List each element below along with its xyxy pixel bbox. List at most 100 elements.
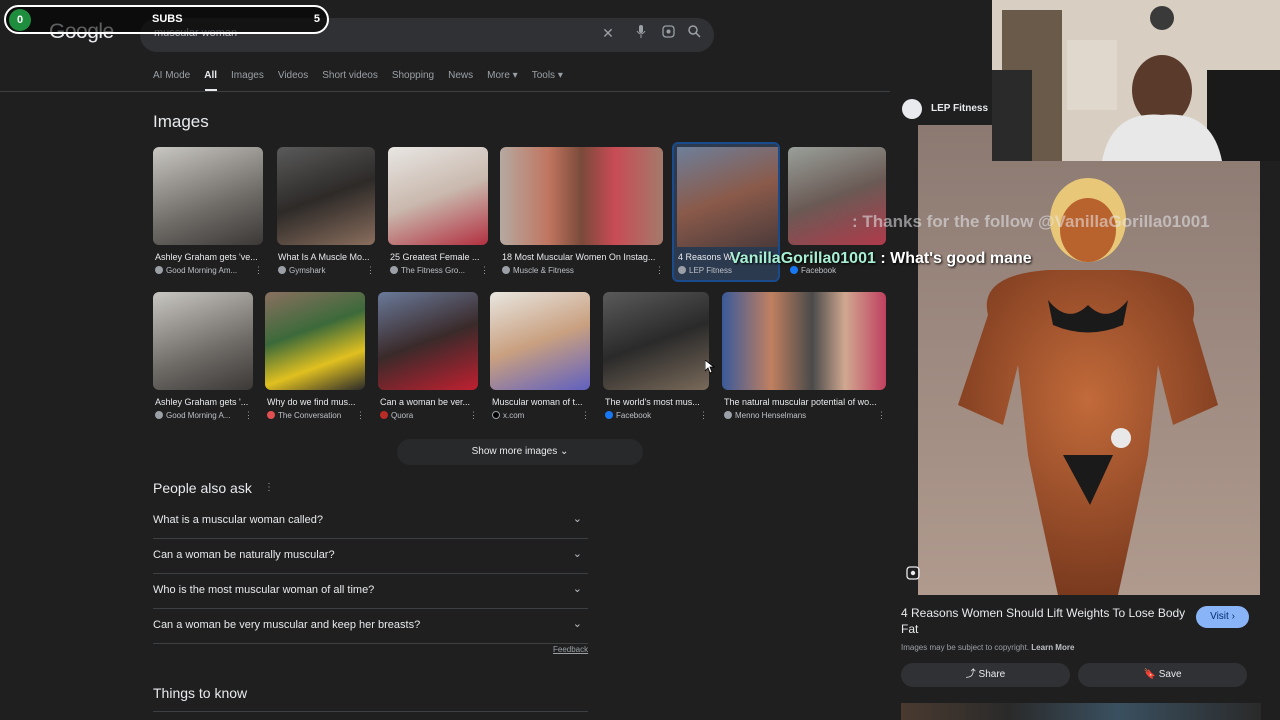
image-caption[interactable]: The natural muscular potential of wo... (724, 397, 886, 407)
header-divider (0, 91, 890, 92)
tab-all[interactable]: All (204, 70, 217, 81)
clear-icon[interactable]: ✕ (599, 25, 617, 42)
image-caption[interactable]: 18 Most Muscular Women On Instag... (502, 252, 662, 262)
tab-tools[interactable]: Tools ▾ (532, 70, 563, 81)
chevron-down-icon: ⌄ (572, 513, 582, 525)
more-options-icon[interactable]: ⋮ (655, 265, 664, 276)
more-options-icon[interactable]: ⋮ (366, 265, 375, 276)
feedback-link[interactable]: Feedback (553, 645, 588, 654)
camera-lens-icon[interactable] (659, 25, 677, 41)
visit-button[interactable]: Visit › (1196, 606, 1249, 628)
lens-search-icon[interactable] (905, 565, 921, 586)
chat-text: : What's good mane (875, 250, 1032, 267)
learn-more-link[interactable]: Learn More (1031, 643, 1074, 652)
image-source-label: Gymshark (289, 266, 326, 275)
search-tabs: AI Mode All Images Videos Short videos S… (153, 70, 577, 81)
image-source: Menno Henselmans (724, 411, 864, 420)
save-label: Save (1158, 669, 1182, 680)
subs-current-count: 0 (9, 9, 31, 31)
image-thumb[interactable] (277, 147, 375, 245)
image-caption[interactable]: Ashley Graham gets '... (155, 397, 251, 407)
related-images-strip[interactable] (901, 703, 1261, 720)
bookmark-icon: 🔖 (1143, 669, 1156, 680)
more-options-icon[interactable]: ⋮ (244, 410, 253, 421)
streamer-webcam (992, 0, 1280, 161)
image-thumb[interactable] (603, 292, 709, 390)
image-thumb[interactable] (153, 292, 253, 390)
tab-shopping[interactable]: Shopping (392, 70, 434, 81)
image-source: The Conversation (267, 411, 353, 420)
tab-short-videos[interactable]: Short videos (322, 70, 378, 81)
share-icon: ⤴ (965, 669, 976, 680)
tab-more[interactable]: More ▾ (487, 70, 518, 81)
more-options-icon[interactable]: ⋮ (480, 265, 489, 276)
image-source: Good Morning A... (155, 411, 241, 420)
images-section-title: Images (153, 112, 209, 131)
preview-image[interactable] (918, 125, 1260, 595)
image-source-label: Facebook (616, 411, 652, 420)
more-options-icon[interactable]: ⋮ (699, 410, 708, 421)
more-options-icon[interactable]: ⋮ (356, 410, 365, 421)
paa-question[interactable]: What is a muscular woman called? ⌄ (153, 504, 588, 539)
microphone-icon[interactable] (632, 25, 650, 42)
image-source-label: x.com (503, 411, 525, 420)
tab-videos[interactable]: Videos (278, 70, 308, 81)
paa-question[interactable]: Can a woman be very muscular and keep he… (153, 609, 588, 644)
section-divider (153, 711, 588, 712)
copyright-text: Images may be subject to copyright. (901, 643, 1030, 652)
tab-images[interactable]: Images (231, 70, 264, 81)
image-source-label: The Conversation (278, 411, 342, 420)
search-icon[interactable] (685, 25, 703, 41)
image-source-label: Good Morning A... (166, 411, 231, 420)
image-thumb[interactable] (265, 292, 365, 390)
site-name[interactable]: LEP Fitness (931, 103, 988, 114)
image-thumb[interactable] (153, 147, 263, 245)
more-options-icon[interactable]: ⋮ (254, 265, 263, 276)
tab-ai-mode[interactable]: AI Mode (153, 70, 190, 81)
image-thumb[interactable] (378, 292, 478, 390)
image-caption[interactable]: Muscular woman of t... (492, 397, 588, 407)
paa-question-text: Who is the most muscular woman of all ti… (153, 584, 375, 596)
image-caption[interactable]: 4 Reasons W... (678, 252, 738, 262)
image-caption[interactable]: Can a woman be ver... (380, 397, 476, 407)
preview-title[interactable]: 4 Reasons Women Should Lift Weights To L… (901, 605, 1191, 637)
image-thumb[interactable] (722, 292, 886, 390)
image-source-label: LEP Fitness (689, 266, 732, 275)
image-caption[interactable]: Why do we find mus... (267, 397, 363, 407)
paa-question-text: Can a woman be naturally muscular? (153, 549, 335, 561)
site-favicon (902, 99, 922, 119)
image-caption[interactable]: Ashley Graham gets 've... (155, 252, 261, 262)
image-source-label: Muscle & Fitness (513, 266, 574, 275)
mouse-cursor-icon (704, 359, 716, 379)
image-thumb[interactable] (388, 147, 488, 245)
image-source-label: Good Morning Am... (166, 266, 238, 275)
paa-question-text: What is a muscular woman called? (153, 514, 323, 526)
image-caption[interactable]: The world's most mus... (605, 397, 707, 407)
image-thumb[interactable] (490, 292, 590, 390)
show-more-images-button[interactable]: Show more images ⌄ (397, 439, 643, 465)
more-options-icon[interactable]: ⋮ (581, 410, 590, 421)
image-source: The Fitness Gro... (390, 266, 476, 275)
image-caption[interactable]: 25 Greatest Female ... (390, 252, 486, 262)
more-options-icon[interactable]: ⋮ (877, 410, 886, 421)
share-label: Share (978, 669, 1006, 680)
image-thumb[interactable] (500, 147, 663, 245)
chevron-down-icon: ⌄ (559, 446, 569, 457)
image-source: Gymshark (278, 266, 364, 275)
save-button[interactable]: 🔖 Save (1078, 663, 1247, 687)
tab-news[interactable]: News (448, 70, 473, 81)
things-to-know-title: Things to know (153, 685, 248, 701)
image-source: x.com (492, 411, 578, 420)
image-source: Facebook (605, 411, 691, 420)
share-button[interactable]: ⤴ Share (901, 663, 1070, 687)
more-options-icon[interactable]: ⋮ (469, 410, 478, 421)
paa-question[interactable]: Can a woman be naturally muscular? ⌄ (153, 539, 588, 574)
image-caption[interactable]: What Is A Muscle Mo... (278, 252, 374, 262)
chevron-down-icon: ⌄ (572, 583, 582, 595)
paa-question[interactable]: Who is the most muscular woman of all ti… (153, 574, 588, 609)
chat-message: VanillaGorilla01001 : What's good mane (730, 250, 1032, 268)
more-options-icon[interactable]: ⋮ (264, 482, 274, 493)
chat-username: VanillaGorilla01001 (730, 250, 876, 267)
image-source-label: Menno Henselmans (735, 411, 807, 420)
image-source-label: The Fitness Gro... (401, 266, 466, 275)
